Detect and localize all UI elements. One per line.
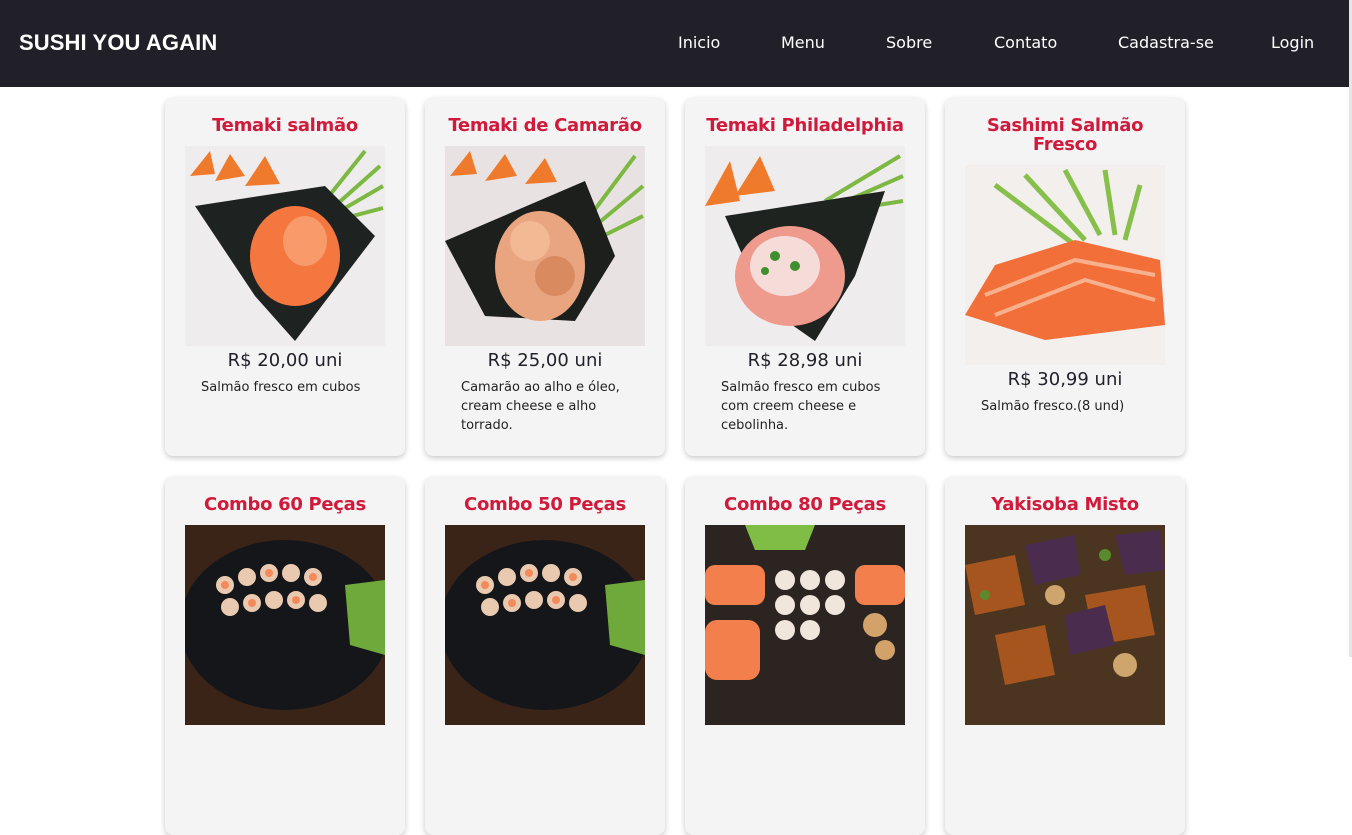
product-card[interactable]: Temaki salmão R$ 20,00 uni Salmão fresco… — [165, 98, 405, 456]
nav-link-menu[interactable]: Menu — [781, 33, 825, 52]
nav-link-inicio[interactable]: Inicio — [678, 33, 720, 52]
product-price: R$ 20,00 uni — [227, 350, 343, 371]
product-price: R$ 30,99 uni — [1007, 369, 1123, 390]
product-image-temaki-camarao — [445, 146, 645, 346]
product-image-combo-60 — [185, 525, 385, 725]
product-title: Sashimi Salmão Fresco — [986, 115, 1144, 155]
product-description: Salmão fresco.(8 und) — [981, 399, 1125, 414]
product-image-sashimi-salmao — [965, 165, 1165, 365]
nav-link-sobre[interactable]: Sobre — [886, 33, 932, 52]
product-image-combo-80 — [705, 525, 905, 725]
product-card[interactable]: Combo 50 Peças — [425, 477, 665, 835]
product-description: Salmão fresco em cubos com creem cheese … — [721, 380, 881, 433]
product-image-combo-50 — [445, 525, 645, 725]
product-price: R$ 28,98 uni — [747, 350, 863, 371]
product-title: Combo 60 Peças — [204, 494, 366, 515]
nav-link-cadastra-se[interactable]: Cadastra-se — [1118, 33, 1214, 52]
product-image-temaki-salmao — [185, 146, 385, 346]
product-card[interactable]: Combo 80 Peças — [685, 477, 925, 835]
product-card[interactable]: Temaki Philadelphia R$ 28,98 uni Salmão … — [685, 98, 925, 456]
brand-logo-text[interactable]: SUSHI YOU AGAIN — [19, 30, 217, 56]
product-card[interactable]: Sashimi Salmão Fresco R$ 30,99 uni Salmã… — [945, 98, 1185, 456]
product-image-temaki-philadelphia — [705, 146, 905, 346]
product-title: Yakisoba Misto — [991, 494, 1139, 515]
product-title: Temaki Philadelphia — [706, 115, 904, 136]
product-image-yakisoba-misto — [965, 525, 1165, 725]
product-title: Temaki de Camarão — [448, 115, 642, 136]
product-price: R$ 25,00 uni — [487, 350, 603, 371]
product-title: Temaki salmão — [212, 115, 358, 136]
product-card[interactable]: Temaki de Camarão R$ 25,00 uni Camarão a… — [425, 98, 665, 456]
product-description: Salmão fresco em cubos — [201, 380, 361, 395]
product-description: Camarão ao alho e óleo, cream cheese e a… — [461, 380, 620, 433]
product-title: Combo 50 Peças — [464, 494, 626, 515]
top-navbar: SUSHI YOU AGAIN Inicio Menu Sobre Contat… — [0, 0, 1349, 87]
nav-link-contato[interactable]: Contato — [994, 33, 1057, 52]
nav-link-login[interactable]: Login — [1271, 33, 1314, 52]
product-card[interactable]: Combo 60 Peças — [165, 477, 405, 835]
product-title: Combo 80 Peças — [724, 494, 886, 515]
product-card[interactable]: Yakisoba Misto — [945, 477, 1185, 835]
